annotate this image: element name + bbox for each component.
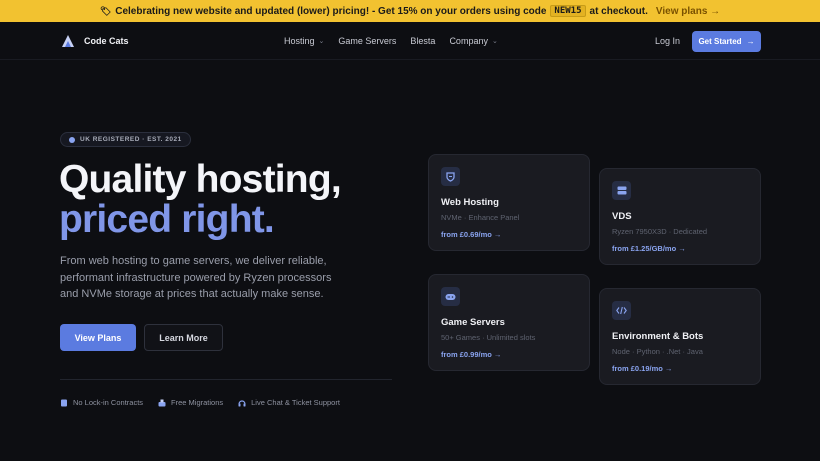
chevron-down-icon: ⌄ xyxy=(318,38,325,45)
feature-label: No Lock-in Contracts xyxy=(73,398,144,407)
menu-label: Company xyxy=(449,36,488,46)
feature-item: Live Chat & Ticket Support xyxy=(238,398,340,407)
card-environment-bots[interactable]: Environment & Bots Node · Python · .Net … xyxy=(599,288,761,385)
menu-item-blesta[interactable]: Blesta xyxy=(410,36,435,46)
feature-label: Live Chat & Ticket Support xyxy=(251,398,340,407)
shield-icon xyxy=(441,167,460,186)
view-plans-link[interactable]: View plans → xyxy=(656,6,720,17)
registration-badge: UK REGISTERED · EST. 2021 xyxy=(60,132,191,147)
headline-line-1: Quality hosting, xyxy=(59,158,342,201)
feature-item: No Lock-in Contracts xyxy=(60,398,143,407)
card-description: 50+ Games · Unlimited slots xyxy=(441,333,536,342)
chevron-down-icon: ⌄ xyxy=(491,38,498,45)
card-title: VDS xyxy=(612,211,632,222)
badge-dot-icon xyxy=(69,136,75,143)
code-icon xyxy=(612,301,631,320)
promo-banner: 🏷 Celebrating new website and updated (l… xyxy=(0,0,820,22)
feature-label: Free Migrations xyxy=(171,398,224,407)
brand-name: Code Cats xyxy=(84,36,129,46)
top-nav: Code Cats Hosting ⌄ Game Servers Blesta … xyxy=(0,22,820,60)
card-description: NVMe · Enhance Panel xyxy=(441,213,520,222)
get-started-button[interactable]: Get Started → xyxy=(692,31,761,52)
tag-icon: 🏷 xyxy=(99,5,112,16)
headline-line-2: priced right. xyxy=(59,198,275,241)
view-plans-button[interactable]: View Plans xyxy=(60,324,136,351)
feature-list: No Lock-in Contracts Free Migrations Liv… xyxy=(60,398,340,407)
menu-item-game-servers[interactable]: Game Servers xyxy=(338,36,396,46)
card-price-link[interactable]: from £0.19/mo → xyxy=(612,364,672,373)
divider xyxy=(60,379,392,380)
learn-more-button[interactable]: Learn More xyxy=(144,324,223,351)
menu-item-company[interactable]: Company ⌄ xyxy=(449,36,497,46)
promo-text: Celebrating new website and updated (low… xyxy=(115,5,547,17)
migrate-icon xyxy=(158,399,166,406)
login-link[interactable]: Log In xyxy=(655,36,680,46)
logo-icon xyxy=(62,35,74,47)
headset-icon xyxy=(238,399,246,406)
card-price-link[interactable]: from £0.99/mo → xyxy=(441,350,501,359)
main-menu: Hosting ⌄ Game Servers Blesta Company ⌄ xyxy=(284,36,498,46)
promo-text-after: at checkout. xyxy=(589,5,648,17)
menu-label: Game Servers xyxy=(338,36,397,46)
menu-item-hosting[interactable]: Hosting ⌄ xyxy=(284,36,324,46)
server-icon xyxy=(612,181,631,200)
card-price-link[interactable]: from £0.69/mo → xyxy=(441,230,501,239)
card-title: Web Hosting xyxy=(441,197,499,208)
hero-headline: Quality hosting, priced right. xyxy=(59,158,342,241)
card-description: Ryzen 7950X3D · Dedicated xyxy=(612,227,708,236)
get-started-label: Get Started xyxy=(698,37,742,46)
feature-item: Free Migrations xyxy=(158,398,223,407)
file-icon xyxy=(61,399,67,406)
brand[interactable]: Code Cats xyxy=(61,34,129,48)
menu-label: Blesta xyxy=(410,36,436,46)
card-game-servers[interactable]: Game Servers 50+ Games · Unlimited slots… xyxy=(428,274,590,371)
card-vds[interactable]: VDS Ryzen 7950X3D · Dedicated from £1.25… xyxy=(599,168,761,265)
gamepad-icon xyxy=(441,287,460,306)
hero-subtitle: From web hosting to game servers, we del… xyxy=(60,255,332,300)
card-web-hosting[interactable]: Web Hosting NVMe · Enhance Panel from £0… xyxy=(428,154,590,251)
card-title: Game Servers xyxy=(441,317,505,328)
card-description: Node · Python · .Net · Java xyxy=(612,347,703,356)
arrow-right-icon: → xyxy=(746,37,755,46)
card-price-link[interactable]: from £1.25/GB/mo → xyxy=(612,244,686,253)
promo-code: NEW15 xyxy=(550,5,586,17)
card-title: Environment & Bots xyxy=(612,331,704,342)
badge-text: UK REGISTERED · EST. 2021 xyxy=(80,136,182,143)
menu-label: Hosting xyxy=(284,36,315,46)
